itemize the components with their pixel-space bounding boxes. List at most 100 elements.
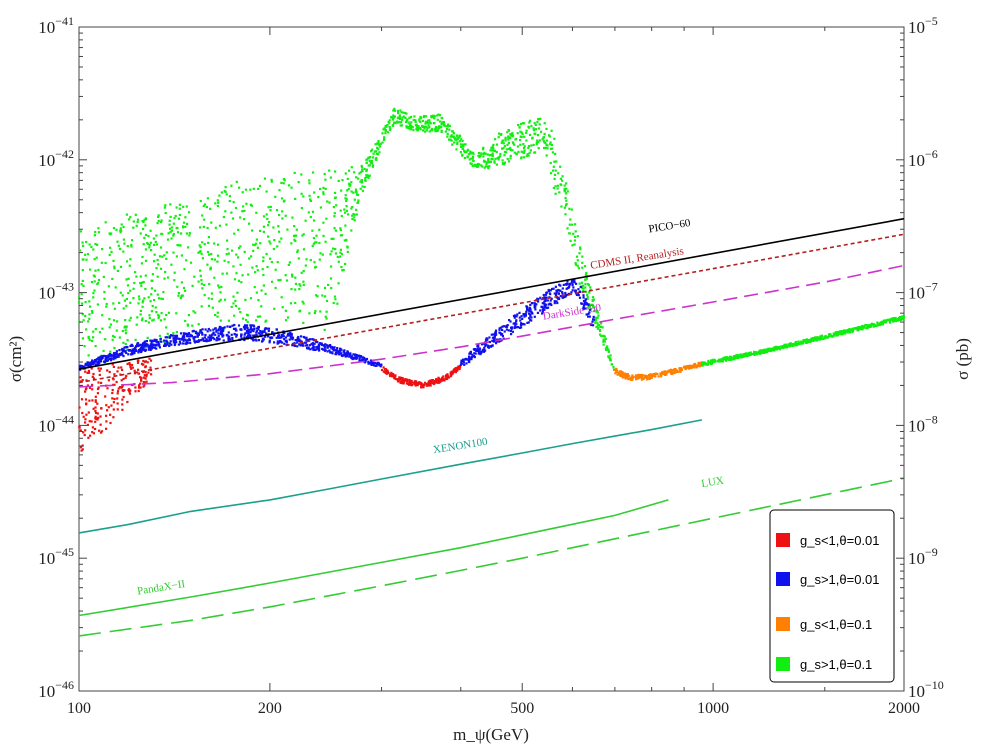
scan-point: [519, 323, 523, 327]
scan-point: [193, 339, 196, 342]
scan-point: [307, 211, 310, 214]
scan-point: [208, 334, 211, 337]
scan-point: [134, 213, 137, 216]
scan-point: [129, 316, 132, 319]
scan-point: [441, 121, 444, 124]
scan-point: [350, 166, 353, 169]
scan-point: [565, 192, 568, 195]
scan-point: [361, 185, 364, 188]
scan-point: [755, 351, 758, 354]
scan-point: [438, 114, 442, 117]
scan-point: [283, 179, 286, 182]
scan-point: [133, 369, 136, 372]
scan-point: [585, 271, 588, 275]
scan-point: [170, 229, 173, 232]
scan-point: [536, 120, 539, 124]
scan-point: [313, 342, 316, 345]
scan-point: [126, 400, 129, 404]
scan-point: [503, 145, 506, 148]
scan-point: [301, 300, 304, 303]
scan-point: [207, 304, 211, 307]
scan-point: [495, 163, 498, 166]
scan-point: [482, 155, 485, 158]
scan-point: [206, 250, 210, 254]
scan-point: [330, 250, 333, 253]
legend-label: g_s>1,θ=0.01: [800, 572, 880, 587]
scan-point: [430, 114, 433, 118]
scan-point: [262, 230, 265, 233]
scan-point: [184, 225, 187, 228]
scan-point: [606, 345, 609, 348]
scan-point: [829, 334, 832, 337]
scan-point: [116, 320, 119, 323]
scan-point: [364, 358, 367, 361]
scan-point: [483, 346, 486, 349]
scan-point: [511, 132, 514, 135]
scan-point: [141, 281, 144, 284]
scan-point: [577, 288, 580, 291]
scan-point: [366, 174, 369, 177]
scan-point: [275, 209, 279, 212]
scan-point: [112, 319, 116, 322]
scan-point: [201, 257, 204, 260]
scan-point: [450, 374, 453, 377]
scan-point: [341, 269, 344, 272]
scan-point: [175, 330, 178, 334]
scan-point: [519, 135, 522, 138]
scan-point: [552, 287, 555, 290]
scan-point: [167, 232, 170, 235]
scan-point: [302, 248, 306, 251]
scan-point: [318, 241, 321, 245]
scan-point: [809, 340, 812, 343]
scan-point: [542, 139, 545, 142]
scan-point: [421, 119, 424, 122]
scan-point: [336, 302, 339, 305]
scan-point: [326, 350, 329, 353]
scan-point: [334, 170, 337, 173]
scan-point: [267, 327, 271, 330]
scan-point: [152, 243, 156, 246]
scan-point: [225, 193, 228, 196]
scan-point: [216, 311, 219, 314]
scan-point: [568, 223, 571, 226]
scan-point: [148, 357, 151, 360]
scan-point: [861, 325, 864, 328]
scan-point: [319, 252, 322, 255]
scan-point: [275, 328, 278, 331]
scan-point: [159, 340, 162, 343]
scan-point: [575, 255, 579, 258]
scan-point: [523, 135, 526, 138]
scan-point: [241, 210, 244, 213]
scan-point: [88, 338, 91, 341]
legend-label: g_s<1,θ=0.1: [800, 617, 872, 632]
scan-point: [115, 380, 118, 384]
scan-point: [561, 287, 564, 290]
scan-point: [511, 135, 514, 138]
scan-point: [501, 162, 504, 165]
scan-point: [262, 256, 265, 259]
scan-point: [269, 209, 272, 212]
scan-point: [884, 321, 887, 324]
scan-point: [144, 259, 148, 262]
scan-point: [107, 406, 110, 409]
scan-point: [239, 263, 242, 266]
scan-point: [150, 293, 153, 296]
scan-point: [280, 237, 283, 240]
scan-point: [463, 363, 466, 366]
scan-point: [164, 270, 167, 274]
scan-point: [257, 328, 260, 331]
scan-point: [370, 159, 373, 163]
scan-point: [306, 346, 309, 349]
scan-point: [534, 128, 537, 131]
scan-point: [509, 157, 512, 160]
scan-point: [206, 263, 209, 266]
scan-point: [324, 178, 327, 181]
scan-point: [209, 268, 212, 271]
scan-point: [531, 302, 534, 305]
scan-point: [525, 154, 529, 157]
scan-point: [372, 156, 375, 159]
scan-point: [100, 407, 103, 410]
scan-point: [121, 349, 124, 352]
scan-point: [238, 246, 241, 250]
scan-point: [85, 258, 88, 261]
